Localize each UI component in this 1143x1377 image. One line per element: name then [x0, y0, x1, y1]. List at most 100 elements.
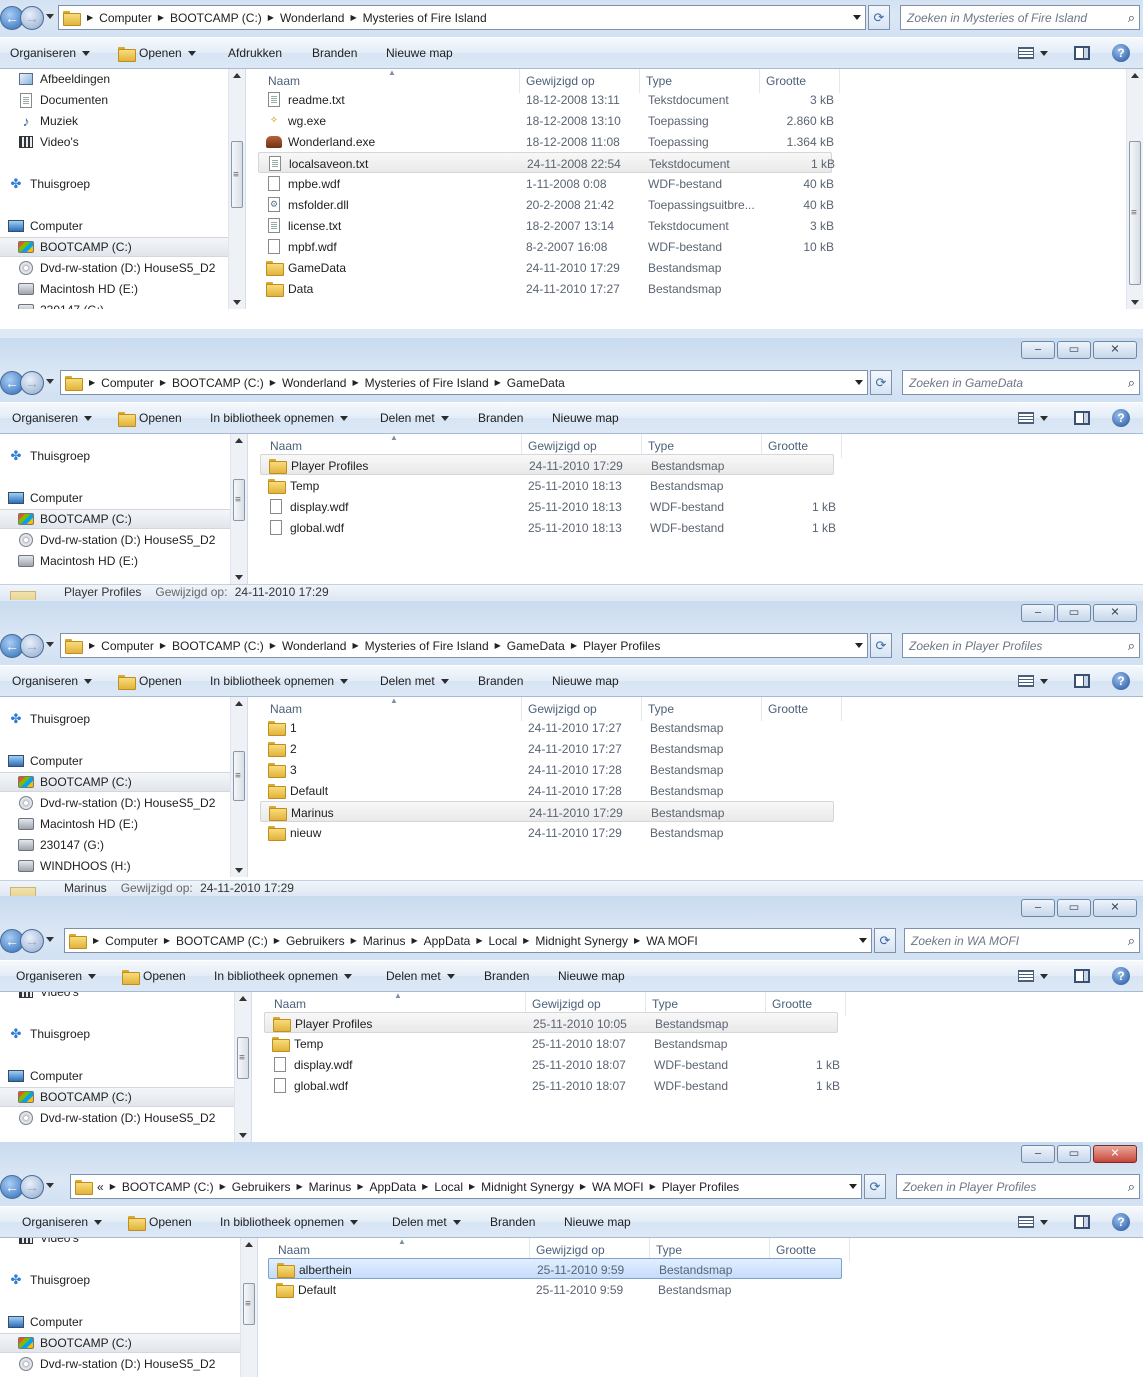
toolbar-button[interactable]: Delen met: [374, 674, 455, 688]
file-row[interactable]: 2 24-11-2010 17:27 Bestandsmap: [260, 738, 834, 759]
address-bar[interactable]: ▶ Computer ▶ BOOTCAMP (C:) ▶ Wonderland ▶ Myste…: [60, 633, 868, 658]
nav-item[interactable]: 230147 (G:): [0, 300, 228, 309]
breadcrumb-separator-icon[interactable]: ▶: [580, 1182, 586, 1191]
refresh-button[interactable]: ⟳: [874, 928, 896, 953]
file-row[interactable]: nieuw 24-11-2010 17:29 Bestandsmap: [260, 822, 834, 843]
toolbar-button[interactable]: In bibliotheek opnemen: [208, 969, 358, 983]
recent-pages-dropdown[interactable]: [46, 1183, 54, 1188]
search-input[interactable]: Zoeken in Mysteries of Fire Island ⌕: [900, 5, 1140, 30]
breadcrumb-separator-icon[interactable]: ▶: [268, 13, 274, 22]
address-bar[interactable]: ▶ Computer ▶ BOOTCAMP (C:) ▶ Gebruikers ▶ Marin…: [64, 928, 872, 953]
breadcrumb-separator-icon[interactable]: ▶: [220, 1182, 226, 1191]
address-dropdown-icon[interactable]: [859, 938, 867, 943]
minimize-button[interactable]: ‒: [1021, 1145, 1055, 1163]
file-row[interactable]: license.txt 18-2-2007 13:14 Tekstdocument 3…: [258, 215, 834, 236]
close-button[interactable]: ✕: [1093, 1145, 1137, 1163]
breadcrumb-item[interactable]: ▶ WA MOFI: [632, 934, 698, 948]
toolbar-button[interactable]: Afdrukken: [222, 46, 288, 60]
file-list-scrollbar[interactable]: [1126, 69, 1143, 309]
toolbar-button[interactable]: Organiseren: [4, 46, 96, 60]
maximize-button[interactable]: ▭: [1057, 1145, 1091, 1163]
minimize-button[interactable]: ‒: [1021, 899, 1055, 917]
breadcrumb-item[interactable]: ▶ Marinus: [294, 1180, 351, 1194]
breadcrumb-item[interactable]: ▶ Player Profiles: [648, 1180, 740, 1194]
breadcrumb-separator-icon[interactable]: ▶: [650, 1182, 656, 1191]
breadcrumb-item[interactable]: ▶ Computer: [87, 376, 154, 390]
view-options-dropdown-icon[interactable]: [1040, 50, 1048, 56]
file-row[interactable]: Wonderland.exe 18-12-2008 11:08 Toepassing…: [258, 131, 834, 152]
breadcrumb-separator-icon[interactable]: ▶: [352, 378, 358, 387]
breadcrumb-separator-icon[interactable]: ▶: [495, 378, 501, 387]
nav-item[interactable]: Macintosh HD (E:): [0, 279, 228, 299]
toolbar-button[interactable]: Openen: [116, 969, 192, 985]
toolbar-button[interactable]: Branden: [472, 411, 529, 425]
breadcrumb-item[interactable]: ▶ Player Profiles: [569, 639, 661, 653]
breadcrumb-separator-icon[interactable]: ▶: [160, 378, 166, 387]
breadcrumb-item[interactable]: ▶ Wonderland: [268, 639, 347, 653]
close-button[interactable]: ✕: [1093, 604, 1137, 622]
maximize-button[interactable]: ▭: [1057, 341, 1091, 359]
toolbar-button[interactable]: Openen: [112, 674, 188, 690]
nav-item[interactable]: BOOTCAMP (C:): [0, 237, 228, 257]
minimize-button[interactable]: ‒: [1021, 341, 1055, 359]
file-row[interactable]: readme.txt 18-12-2008 13:11 Tekstdocument 3…: [258, 89, 834, 110]
breadcrumb-separator-icon[interactable]: ▶: [270, 641, 276, 650]
nav-item[interactable]: ✤ Thuisgroep: [0, 446, 230, 466]
toolbar-button[interactable]: Nieuwe map: [552, 969, 631, 983]
breadcrumb-item[interactable]: ▶ Computer: [91, 934, 158, 948]
nav-item[interactable]: Computer: [0, 751, 230, 771]
nav-item[interactable]: Computer: [0, 1312, 240, 1332]
breadcrumb-separator-icon[interactable]: ▶: [110, 1182, 116, 1191]
maximize-button[interactable]: ▭: [1057, 604, 1091, 622]
breadcrumb-separator-icon[interactable]: ▶: [274, 936, 280, 945]
address-dropdown-icon[interactable]: [853, 15, 861, 20]
breadcrumb-separator-icon[interactable]: ▶: [160, 641, 166, 650]
breadcrumb-item[interactable]: ▶ BOOTCAMP (C:): [108, 1180, 214, 1194]
search-input[interactable]: Zoeken in WA MOFI ⌕: [904, 928, 1140, 953]
breadcrumb-separator-icon[interactable]: ▶: [296, 1182, 302, 1191]
toolbar-button[interactable]: Delen met: [374, 411, 455, 425]
navigation-scrollbar[interactable]: [230, 697, 247, 877]
file-row[interactable]: alberthein 25-11-2010 9:59 Bestandsmap: [268, 1258, 842, 1279]
file-row[interactable]: GameData 24-11-2010 17:29 Bestandsmap: [258, 257, 832, 278]
search-icon[interactable]: ⌕: [1128, 638, 1135, 654]
file-row[interactable]: Data 24-11-2010 17:27 Bestandsmap: [258, 278, 832, 299]
toolbar-button[interactable]: Branden: [484, 1215, 541, 1229]
nav-item[interactable]: ✤ Thuisgroep: [0, 1270, 240, 1290]
scroll-up-icon[interactable]: [235, 438, 243, 443]
file-row[interactable]: ✧ wg.exe 18-12-2008 13:10 Toepassing 2.860 k…: [258, 110, 834, 131]
toolbar-button[interactable]: Delen met: [386, 1215, 467, 1229]
file-row[interactable]: global.wdf 25-11-2010 18:07 WDF-bestand 1 k…: [264, 1075, 840, 1096]
toolbar-button[interactable]: In bibliotheek opnemen: [214, 1215, 364, 1229]
breadcrumb-separator-icon[interactable]: ▶: [571, 641, 577, 650]
nav-item[interactable]: Computer: [0, 1066, 234, 1086]
close-button[interactable]: ✕: [1093, 899, 1137, 917]
navigation-scrollbar[interactable]: [230, 434, 247, 584]
refresh-button[interactable]: ⟳: [868, 5, 890, 30]
view-options-dropdown-icon[interactable]: [1040, 1219, 1048, 1225]
breadcrumb-separator-icon[interactable]: ▶: [495, 641, 501, 650]
breadcrumb-separator-icon[interactable]: ▶: [270, 378, 276, 387]
navigation-scrollbar[interactable]: [234, 992, 251, 1142]
toolbar-button[interactable]: Openen: [112, 46, 202, 62]
breadcrumb-separator-icon[interactable]: ▶: [350, 13, 356, 22]
breadcrumb-item[interactable]: ▶ BOOTCAMP (C:): [158, 376, 264, 390]
nav-item[interactable]: Dvd-rw-station (D:) HouseS5_D2: [0, 258, 228, 278]
nav-item[interactable]: ♪ Muziek: [0, 111, 228, 131]
breadcrumb-item[interactable]: ▶ Mysteries of Fire Island: [350, 376, 488, 390]
scroll-up-icon[interactable]: [1131, 73, 1139, 78]
breadcrumb-separator-icon[interactable]: ▶: [158, 13, 164, 22]
nav-item[interactable]: Dvd-rw-station (D:) HouseS5_D2: [0, 793, 230, 813]
nav-item[interactable]: BOOTCAMP (C:): [0, 1333, 240, 1353]
minimize-button[interactable]: ‒: [1021, 604, 1055, 622]
toolbar-button[interactable]: Openen: [122, 1215, 198, 1231]
nav-item[interactable]: Video's: [0, 992, 234, 1002]
change-view-icon[interactable]: [1018, 970, 1034, 982]
refresh-button[interactable]: ⟳: [870, 633, 892, 658]
breadcrumb-separator-icon[interactable]: ▶: [422, 1182, 428, 1191]
breadcrumb-separator-icon[interactable]: ▶: [351, 936, 357, 945]
breadcrumb-item[interactable]: ▶ WA MOFI: [578, 1180, 644, 1194]
breadcrumb-separator-icon[interactable]: ▶: [93, 936, 99, 945]
scroll-down-icon[interactable]: [235, 575, 243, 580]
change-view-icon[interactable]: [1018, 675, 1034, 687]
